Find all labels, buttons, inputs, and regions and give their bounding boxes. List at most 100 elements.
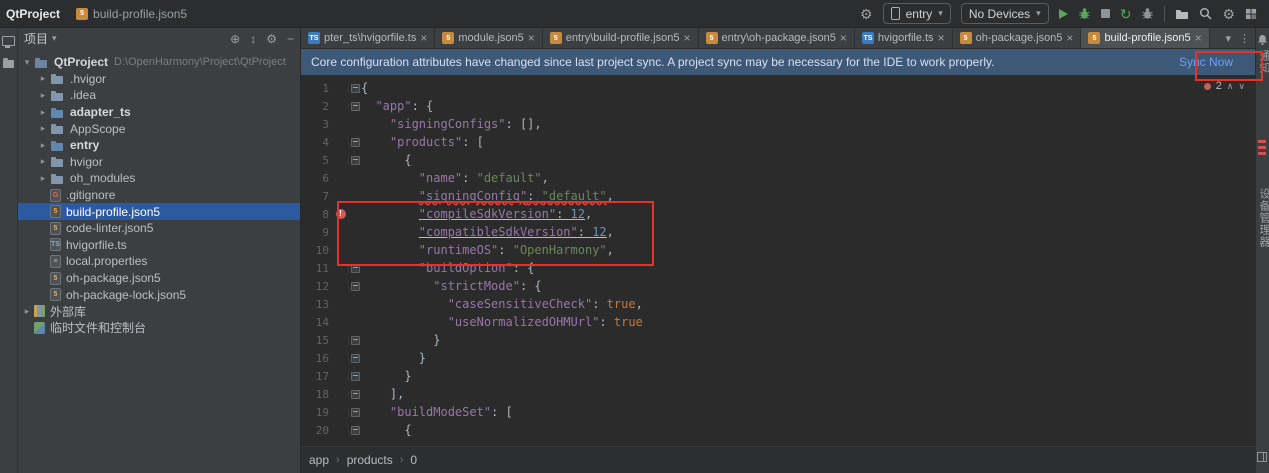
fold-marker-icon[interactable] xyxy=(351,102,360,111)
tree-item-adapter_ts[interactable]: ▸adapter_ts xyxy=(18,104,300,121)
chevron-down-icon[interactable]: ▾ xyxy=(20,57,34,68)
tool-window-notifications[interactable]: 通知 xyxy=(1256,50,1269,74)
code-line[interactable]: 20 { xyxy=(301,421,1255,439)
close-icon[interactable]: × xyxy=(840,31,847,45)
tree-item-QtProject[interactable]: ▾QtProjectD:\OpenHarmony\Project\QtProje… xyxy=(18,54,300,71)
error-stripe-mark[interactable] xyxy=(1258,140,1266,143)
device-selector[interactable]: No Devices ▾ xyxy=(961,3,1049,24)
layout-corner-icon[interactable] xyxy=(1257,449,1267,467)
code-editor[interactable]: 1{2 "app": {3 "signingConfigs": [],4 "pr… xyxy=(301,75,1255,446)
tree-item-临时文件和控制台[interactable]: 临时文件和控制台 xyxy=(18,320,300,337)
fold-marker-icon[interactable] xyxy=(351,156,360,165)
code-line[interactable]: 3 "signingConfigs": [], xyxy=(301,115,1255,133)
project-view-selector[interactable]: 项目 ▾ xyxy=(24,30,57,47)
fold-marker-icon[interactable] xyxy=(351,84,360,93)
chevron-right-icon[interactable]: ▸ xyxy=(36,123,50,134)
fold-marker-icon[interactable] xyxy=(351,138,360,147)
gear-icon[interactable]: ⚙ xyxy=(860,7,873,21)
search-everywhere-button[interactable] xyxy=(1199,7,1212,20)
stop-button[interactable] xyxy=(1101,9,1110,18)
hide-panel-icon[interactable]: − xyxy=(287,32,294,46)
error-stripe-mark[interactable] xyxy=(1258,146,1266,149)
settings-icon[interactable]: ⚙ xyxy=(1222,7,1235,21)
expand-collapse-icon[interactable]: ↕ xyxy=(250,32,256,46)
debug-button[interactable] xyxy=(1078,7,1091,20)
editor-tab-hvigorfile.ts[interactable]: TShvigorfile.ts× xyxy=(855,28,953,48)
tree-item-hvigor[interactable]: ▸hvigor xyxy=(18,154,300,171)
close-icon[interactable]: × xyxy=(1195,31,1202,45)
breadcrumb-item[interactable]: 0 xyxy=(410,453,417,467)
editor-tab-pter_ts\hvigorfile.ts[interactable]: TSpter_ts\hvigorfile.ts× xyxy=(301,28,435,48)
editor-tab-build-profile.json5[interactable]: 5build-profile.json5× xyxy=(1081,28,1209,48)
code-line[interactable]: 1{ xyxy=(301,79,1255,97)
project-tool-window-icon[interactable] xyxy=(2,36,15,46)
editor-tab-entry\build-profile.json5[interactable]: 5entry\build-profile.json5× xyxy=(543,28,699,48)
tree-item-AppScope[interactable]: ▸AppScope xyxy=(18,120,300,137)
editor-tab-entry\oh-package.json5[interactable]: 5entry\oh-package.json5× xyxy=(699,28,855,48)
code-line[interactable]: 11 "buildOption": { xyxy=(301,259,1255,277)
tree-item-hvigorfile.ts[interactable]: TShvigorfile.ts xyxy=(18,237,300,254)
sync-project-button[interactable]: ↻ xyxy=(1120,7,1132,21)
tree-item-oh-package-lock.json5[interactable]: 5oh-package-lock.json5 xyxy=(18,286,300,303)
fold-marker-icon[interactable] xyxy=(351,282,360,291)
prev-problem-icon[interactable]: ∧ xyxy=(1227,81,1234,92)
close-icon[interactable]: × xyxy=(1066,31,1073,45)
code-line[interactable]: 6 "name": "default", xyxy=(301,169,1255,187)
fold-marker-icon[interactable] xyxy=(351,264,360,273)
tree-item-外部库[interactable]: ▸外部库 xyxy=(18,303,300,320)
tree-item-build-profile.json5[interactable]: 5build-profile.json5 xyxy=(18,203,300,220)
code-line[interactable]: 13 "caseSensitiveCheck": true, xyxy=(301,295,1255,313)
hidden-tabs-icon[interactable]: ▾ xyxy=(1225,32,1231,45)
tree-item-.gitignore[interactable]: G.gitignore xyxy=(18,187,300,204)
tree-item-entry[interactable]: ▸entry xyxy=(18,137,300,154)
chevron-right-icon[interactable]: ▸ xyxy=(36,156,50,167)
code-line[interactable]: 8! "compileSdkVersion": 12, xyxy=(301,205,1255,223)
code-line[interactable]: 14 "useNormalizedOHMUrl": true xyxy=(301,313,1255,331)
chevron-right-icon[interactable]: ▸ xyxy=(36,173,50,184)
chevron-right-icon[interactable]: ▸ xyxy=(36,73,50,84)
tool-window-device-manager[interactable]: 设备管理器 xyxy=(1256,188,1269,248)
code-line[interactable]: 2 "app": { xyxy=(301,97,1255,115)
run-button[interactable] xyxy=(1059,9,1068,19)
attach-debugger-button[interactable] xyxy=(1141,7,1154,20)
code-line[interactable]: 9 "compatibleSdkVersion": 12, xyxy=(301,223,1255,241)
fold-marker-icon[interactable] xyxy=(351,408,360,417)
fold-marker-icon[interactable] xyxy=(351,390,360,399)
layout-windows-button[interactable] xyxy=(1245,8,1257,20)
fold-marker-icon[interactable] xyxy=(351,426,360,435)
chevron-right-icon[interactable]: ▸ xyxy=(20,306,34,317)
code-line[interactable]: 15 } xyxy=(301,331,1255,349)
tree-item-local.properties[interactable]: ≡local.properties xyxy=(18,253,300,270)
folder-tool-icon[interactable] xyxy=(3,60,14,68)
code-line[interactable]: 19 "buildModeSet": [ xyxy=(301,403,1255,421)
fold-marker-icon[interactable] xyxy=(351,372,360,381)
close-icon[interactable]: × xyxy=(528,31,535,45)
device-manager-button[interactable] xyxy=(1175,8,1189,20)
code-line[interactable]: 17 } xyxy=(301,367,1255,385)
module-selector[interactable]: entry ▾ xyxy=(883,3,951,24)
tree-item-.idea[interactable]: ▸.idea xyxy=(18,87,300,104)
tree-item-oh-package.json5[interactable]: 5oh-package.json5 xyxy=(18,270,300,287)
error-stripe-mark[interactable] xyxy=(1258,152,1266,155)
chevron-right-icon[interactable]: ▸ xyxy=(36,107,50,118)
fold-marker-icon[interactable] xyxy=(351,336,360,345)
tree-item-.hvigor[interactable]: ▸.hvigor xyxy=(18,71,300,88)
code-line[interactable]: 12 "strictMode": { xyxy=(301,277,1255,295)
chevron-right-icon[interactable]: ▸ xyxy=(36,140,50,151)
next-problem-icon[interactable]: ∨ xyxy=(1238,81,1245,92)
file-breadcrumb[interactable]: 5 build-profile.json5 xyxy=(76,7,187,21)
tab-options-icon[interactable]: ⋮ xyxy=(1239,32,1250,45)
fold-marker-icon[interactable] xyxy=(351,354,360,363)
tree-item-code-linter.json5[interactable]: 5code-linter.json5 xyxy=(18,220,300,237)
inspections-widget[interactable]: 2 ∧ ∨ xyxy=(1204,80,1245,92)
code-line[interactable]: 7 "signingConfig": "default", xyxy=(301,187,1255,205)
chevron-right-icon[interactable]: ▸ xyxy=(36,90,50,101)
code-line[interactable]: 16 } xyxy=(301,349,1255,367)
code-line[interactable]: 10 "runtimeOS": "OpenHarmony", xyxy=(301,241,1255,259)
tree-item-oh_modules[interactable]: ▸oh_modules xyxy=(18,170,300,187)
bell-icon[interactable] xyxy=(1257,33,1268,51)
code-line[interactable]: 5 { xyxy=(301,151,1255,169)
code-line[interactable]: 4 "products": [ xyxy=(301,133,1255,151)
code-line[interactable]: 18 ], xyxy=(301,385,1255,403)
locate-file-icon[interactable]: ⊕ xyxy=(230,32,240,46)
